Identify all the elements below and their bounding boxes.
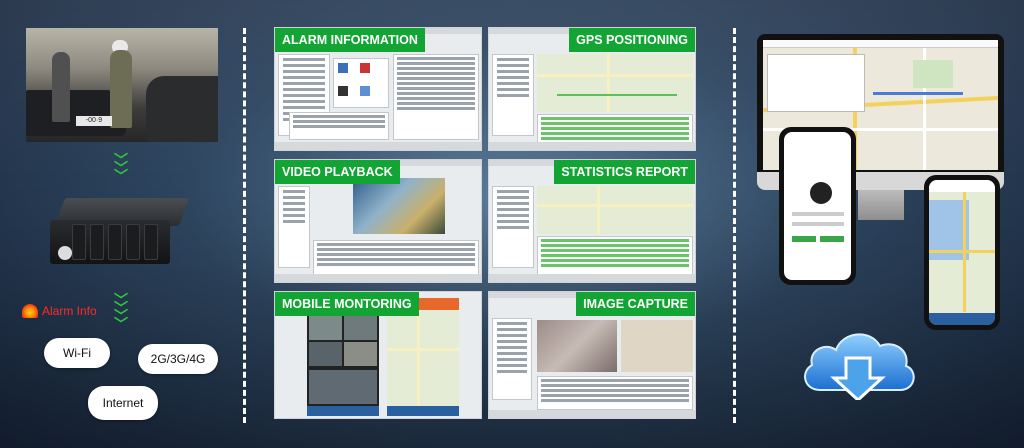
mobile-dvr-device-image — [50, 198, 190, 266]
alarm-light-icon — [22, 304, 38, 318]
panel-caption: IMAGE CAPTURE — [576, 292, 695, 316]
panel-statistics-report: STATISTICS REPORT — [488, 159, 696, 283]
phone-login-app — [779, 127, 856, 285]
panel-caption: GPS POSITIONING — [569, 28, 695, 52]
cellular-cloud-label: 2G/3G/4G — [138, 344, 218, 374]
panel-video-playback: VIDEO PLAYBACK — [274, 159, 482, 283]
panel-image-capture: IMAGE CAPTURE — [488, 291, 696, 419]
license-plate: -00·9 — [76, 116, 112, 126]
panel-caption: ALARM INFORMATION — [275, 28, 425, 52]
internet-cloud-label: Internet — [88, 386, 158, 420]
alarm-info-label: Alarm Info — [42, 304, 97, 318]
chevron-down-icon: ﹀ ﹀ ﹀ ﹀ — [114, 292, 128, 332]
panel-caption: STATISTICS REPORT — [554, 160, 695, 184]
panel-caption: MOBILE MONTORING — [275, 292, 419, 316]
left-divider — [243, 28, 246, 423]
right-divider — [733, 28, 736, 423]
monitor-stand — [858, 190, 904, 220]
alarm-info: Alarm Info — [22, 304, 97, 318]
street-photo: -00·9 — [26, 28, 218, 142]
chevron-down-icon: ﹀ ﹀ ﹀ — [114, 152, 128, 184]
panel-mobile-monitoring: MOBILE MONTORING — [274, 291, 482, 419]
panel-gps-positioning: GPS POSITIONING — [488, 27, 696, 151]
panel-caption: VIDEO PLAYBACK — [275, 160, 400, 184]
download-cloud-icon — [798, 320, 918, 403]
panel-alarm-information: ALARM INFORMATION — [274, 27, 482, 151]
wifi-cloud-label: Wi-Fi — [44, 338, 110, 368]
phone-map-app — [924, 175, 1000, 330]
